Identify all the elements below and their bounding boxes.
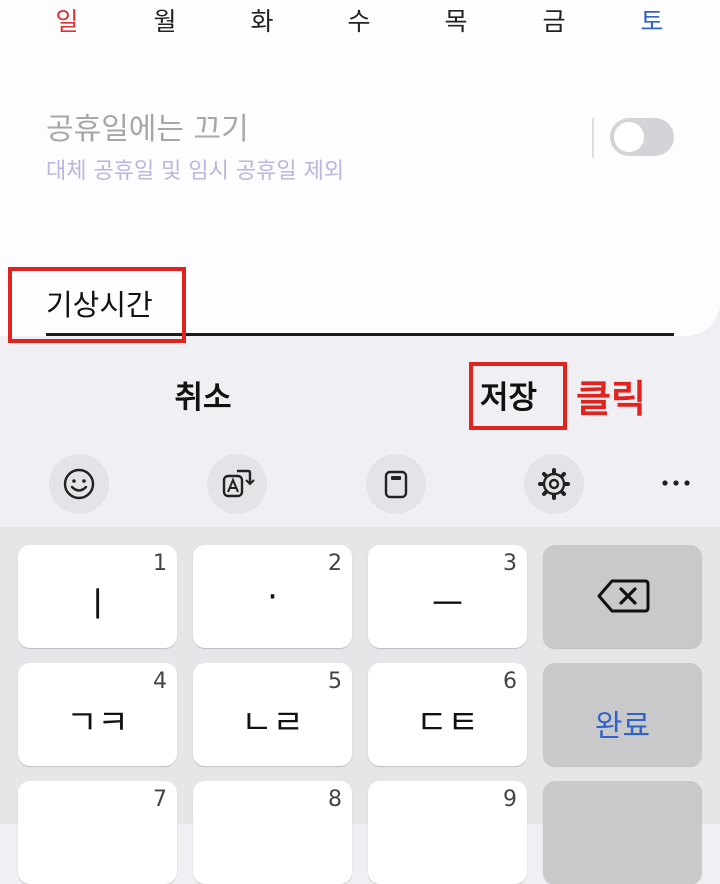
weekday-saturday[interactable]: 토 <box>622 2 682 38</box>
weekday-selector: 일 월 화 수 목 금 토 <box>0 0 720 40</box>
highlight-box-save <box>469 362 567 430</box>
key-number: 2 <box>328 551 342 576</box>
more-icon[interactable] <box>656 468 696 498</box>
key-4[interactable]: 4 ㄱㅋ <box>18 663 177 766</box>
holiday-off-toggle[interactable] <box>610 118 674 156</box>
weekday-monday[interactable]: 월 <box>135 2 195 38</box>
clipboard-icon[interactable] <box>366 454 426 514</box>
key-1[interactable]: 1 ㅣ <box>18 545 177 648</box>
weekday-tuesday[interactable]: 화 <box>232 2 292 38</box>
key-number: 3 <box>503 551 517 576</box>
highlight-box-alarm-name <box>8 267 186 343</box>
emoji-icon[interactable] <box>49 454 109 514</box>
key-label: · <box>267 577 278 617</box>
toggle-knob <box>614 122 644 152</box>
key-label: ㄴㄹ <box>241 703 304 743</box>
key-6[interactable]: 6 ㄷㅌ <box>368 663 527 766</box>
key-label: ㅣ <box>81 585 114 625</box>
cancel-button[interactable]: 취소 <box>150 372 256 417</box>
click-annotation: 클릭 <box>576 377 646 421</box>
key-9[interactable]: 9 <box>368 781 527 884</box>
settings-icon[interactable] <box>524 454 584 514</box>
holiday-off-subtitle: 대체 공휴일 및 임시 공휴일 제외 <box>46 159 345 184</box>
key-2[interactable]: 2 · <box>193 545 352 648</box>
key-number: 8 <box>328 787 342 812</box>
translate-icon[interactable] <box>207 454 267 514</box>
key-number: 5 <box>328 669 342 694</box>
weekday-wednesday[interactable]: 수 <box>329 2 389 38</box>
key-number: 1 <box>153 551 167 576</box>
korean-keyboard: 1 ㅣ 2 · 3 ㅡ 4 ㄱㅋ 5 ㄴㄹ 6 ㄷㅌ 완료 7 8 9 <box>0 527 720 884</box>
key-space[interactable] <box>543 781 702 884</box>
holiday-off-title: 공휴일에는 끄기 <box>46 112 249 147</box>
key-number: 7 <box>153 787 167 812</box>
key-3[interactable]: 3 ㅡ <box>368 545 527 648</box>
done-key[interactable]: 완료 <box>543 663 702 766</box>
key-8[interactable]: 8 <box>193 781 352 884</box>
key-label: ㄱㅋ <box>66 703 129 743</box>
backspace-icon <box>597 579 650 613</box>
key-label: ㅡ <box>431 585 464 625</box>
done-key-label: 완료 <box>594 709 651 744</box>
key-number: 6 <box>503 669 517 694</box>
key-number: 4 <box>153 669 167 694</box>
weekday-thursday[interactable]: 목 <box>426 2 486 38</box>
key-label: ㄷㅌ <box>416 703 479 743</box>
key-5[interactable]: 5 ㄴㄹ <box>193 663 352 766</box>
weekday-friday[interactable]: 금 <box>524 2 584 38</box>
key-number: 9 <box>503 787 517 812</box>
key-7[interactable]: 7 <box>18 781 177 884</box>
weekday-sunday[interactable]: 일 <box>37 2 97 38</box>
toggle-divider <box>592 118 594 158</box>
backspace-key[interactable] <box>543 545 702 648</box>
